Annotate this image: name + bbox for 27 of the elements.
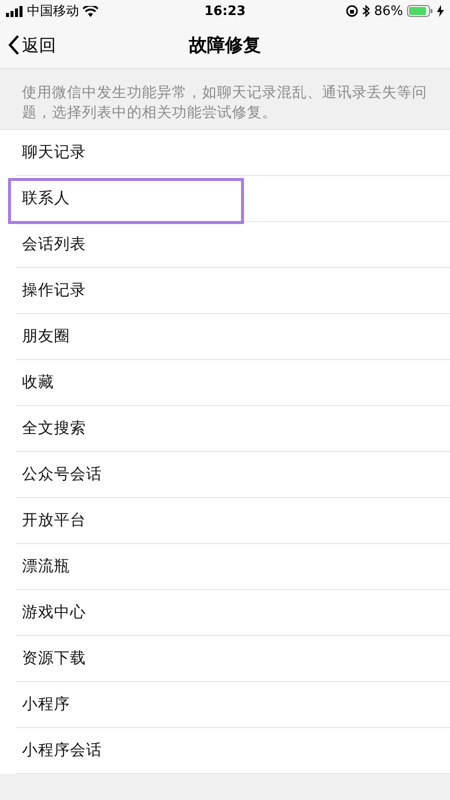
clock-time: 16:23	[204, 4, 246, 18]
bluetooth-icon	[362, 5, 370, 17]
battery-percent: 86%	[374, 4, 404, 18]
list-item[interactable]: 朋友圈	[16, 326, 70, 347]
back-chevron-icon	[8, 35, 20, 55]
list-item[interactable]: 联系人	[16, 188, 70, 209]
list-item[interactable]: 操作记录	[16, 280, 86, 301]
description-text: 使用微信中发生功能异常，如聊天记录混乱、通讯录丢失等问题，选择列表中的相关功能尝试修复。	[22, 84, 428, 123]
list-item[interactable]: 资源下载	[16, 648, 86, 669]
list-item[interactable]: 收藏	[16, 372, 54, 393]
signal-icon	[6, 6, 23, 16]
list-item[interactable]: 小程序	[16, 694, 70, 715]
list-item[interactable]: 公众号会话	[16, 464, 102, 485]
list-item[interactable]: 会话列表	[16, 234, 86, 255]
list-item[interactable]: 全文搜索	[16, 418, 86, 439]
back-button[interactable]: 返回	[0, 34, 64, 56]
carrier-name: 中国移动	[27, 3, 79, 20]
page-title: 故障修复	[189, 34, 261, 57]
list-item[interactable]: 开放平台	[16, 510, 86, 531]
list-item[interactable]: 游戏中心	[16, 602, 86, 623]
list-item[interactable]: 漂流瓶	[16, 556, 70, 577]
list-item[interactable]: 小程序会话	[16, 740, 102, 761]
wifi-icon	[83, 6, 98, 16]
list-item[interactable]: 聊天记录	[16, 142, 86, 163]
battery-icon	[407, 5, 434, 17]
rotation-lock-icon	[346, 5, 358, 17]
charging-icon	[437, 5, 444, 17]
